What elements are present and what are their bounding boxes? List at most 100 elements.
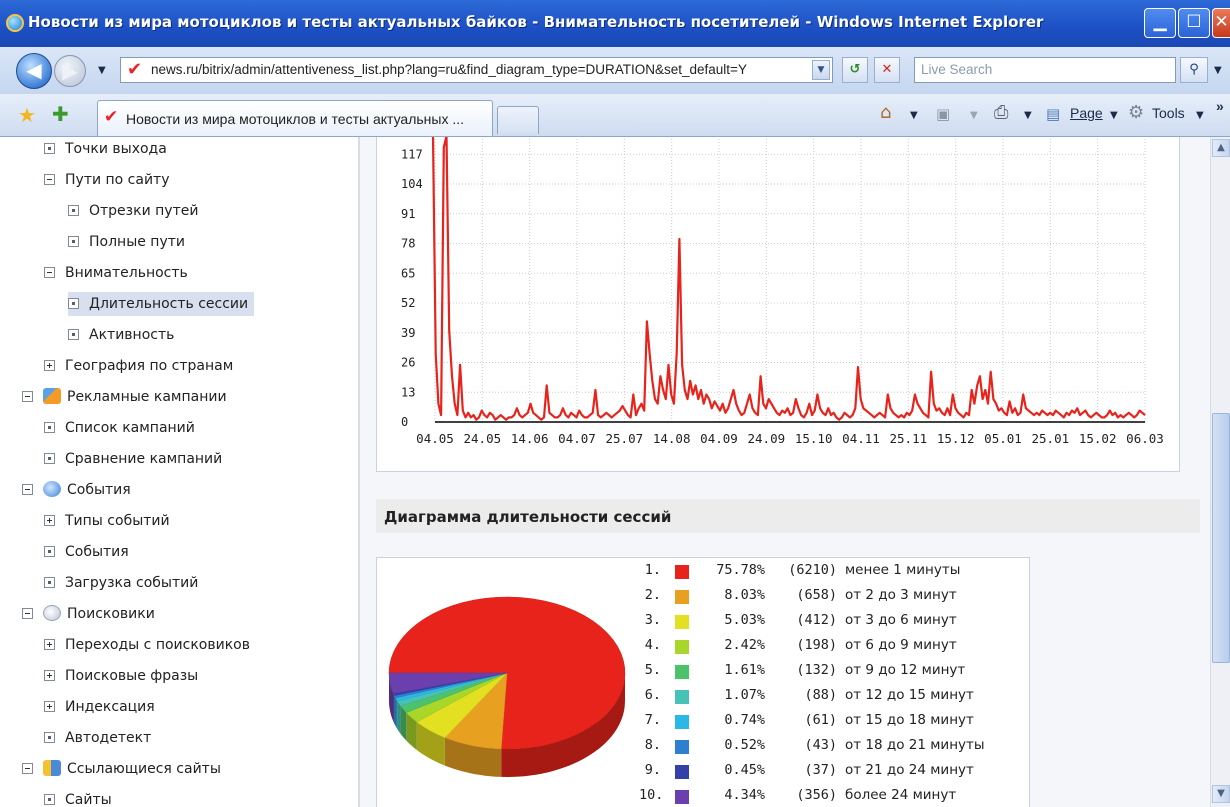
node-leaf-icon — [68, 329, 79, 340]
sidebar-item-events[interactable]: События — [22, 478, 131, 502]
sidebar-item-event-upload[interactable]: Загрузка событий — [44, 571, 198, 595]
pie-chart-panel: 1. 75.78% (6210) менее 1 минуты 2. 8.03% (658)… — [376, 557, 1030, 807]
legend-rank: 4. — [644, 637, 661, 653]
y-tick-label: 104 — [401, 177, 423, 191]
print-dropdown-icon[interactable]: ▼ — [1024, 110, 1032, 121]
x-tick-label: 24.09 — [748, 431, 786, 446]
internet-explorer-icon — [6, 14, 24, 32]
toolbar-overflow-chevron[interactable]: » — [1216, 98, 1224, 114]
sidebar-item-search-phrases[interactable]: Поисковые фразы — [44, 664, 198, 688]
collapse-icon[interactable] — [22, 763, 33, 774]
tools-menu[interactable]: Tools — [1152, 105, 1185, 121]
window-title-bar[interactable]: Новости из мира мотоциклов и тесты актуа… — [0, 0, 1230, 47]
sidebar-item-ad-campaigns[interactable]: Рекламные кампании — [22, 385, 227, 409]
address-bar[interactable]: ✔ news.ru/bitrix/admin/attentiveness_lis… — [120, 57, 833, 83]
legend-count: (37) — [804, 762, 837, 778]
collapse-icon[interactable] — [44, 174, 55, 185]
sidebar-item-events-list[interactable]: События — [44, 540, 129, 564]
recent-pages-dropdown-icon[interactable]: ▼ — [98, 65, 106, 76]
scrollbar-thumb[interactable] — [1212, 413, 1230, 663]
search-button[interactable]: ⚲ — [1180, 57, 1208, 83]
home-dropdown-icon[interactable]: ▼ — [910, 110, 918, 121]
sidebar-item-event-types[interactable]: Типы событий — [44, 509, 170, 533]
address-dropdown-icon[interactable]: ▼ — [812, 60, 830, 80]
sidebar-item-label: Точки выхода — [65, 141, 167, 157]
sidebar-item-full-paths[interactable]: Полные пути — [68, 230, 185, 254]
expand-icon[interactable] — [44, 670, 55, 681]
legend-swatch — [675, 590, 689, 604]
sidebar-item-campaign-list[interactable]: Список кампаний — [44, 416, 195, 440]
sidebar-item-campaign-compare[interactable]: Сравнение кампаний — [44, 447, 222, 471]
sidebar-item-indexing[interactable]: Индексация — [44, 695, 155, 719]
page-dropdown-icon[interactable]: ▼ — [1110, 110, 1118, 121]
back-button[interactable]: ◀ — [16, 53, 52, 89]
legend-label: менее 1 минуты — [845, 562, 961, 578]
legend-label: от 12 до 15 минут — [845, 687, 974, 703]
x-tick-label: 25.01 — [1032, 431, 1070, 446]
vertical-scrollbar[interactable]: ▲ ▼ — [1210, 137, 1230, 807]
sidebar-item-exit-points[interactable]: Точки выхода — [44, 137, 167, 161]
scroll-up-icon[interactable]: ▲ — [1212, 139, 1230, 157]
sidebar-item-site-paths[interactable]: Пути по сайту — [44, 168, 170, 192]
address-url[interactable]: news.ru/bitrix/admin/attentiveness_list.… — [151, 62, 811, 77]
legend-swatch — [675, 640, 689, 654]
sidebar-item-label: События — [65, 544, 129, 560]
new-tab-button[interactable] — [497, 106, 539, 134]
node-leaf-icon — [44, 422, 55, 433]
print-icon[interactable]: ⎙ — [994, 102, 1008, 123]
tab-current[interactable]: ✔ Новости из мира мотоциклов и тесты акт… — [97, 100, 493, 136]
favorites-center-icon[interactable]: ★ — [18, 103, 36, 127]
home-icon[interactable]: ⌂ — [880, 102, 891, 123]
sidebar-item-autodetect[interactable]: Автодетект — [44, 726, 151, 750]
legend-row: 6. 1.07% (88) от 12 до 15 минут — [639, 687, 1029, 709]
node-leaf-icon — [68, 236, 79, 247]
legend-percent: 0.74% — [724, 712, 765, 728]
sidebar-item-search-engines[interactable]: Поисковики — [22, 602, 155, 626]
collapse-icon[interactable] — [22, 391, 33, 402]
sidebar-item-attentiveness[interactable]: Внимательность — [44, 261, 188, 285]
legend-row: 10. 4.34% (356) более 24 минут — [639, 787, 1029, 807]
stop-button[interactable]: ✕ — [874, 57, 900, 83]
expand-icon[interactable] — [44, 360, 55, 371]
sidebar-item-label: География по странам — [65, 358, 234, 374]
collapse-icon[interactable] — [22, 608, 33, 619]
expand-icon[interactable] — [44, 639, 55, 650]
expand-icon[interactable] — [44, 515, 55, 526]
legend-label: от 15 до 18 минут — [845, 712, 974, 728]
feeds-icon[interactable]: ▣ — [936, 105, 950, 123]
sidebar-item-referring-sites[interactable]: Ссылающиеся сайты — [22, 757, 221, 781]
node-leaf-icon — [68, 205, 79, 216]
legend-label: от 9 до 12 минут — [845, 662, 966, 678]
search-box[interactable]: Live Search — [914, 57, 1176, 83]
refresh-button[interactable]: ↺ — [842, 57, 868, 83]
legend-swatch — [675, 740, 689, 754]
sidebar-item-session-duration[interactable]: Длительность сессии — [68, 292, 255, 316]
expand-icon[interactable] — [44, 701, 55, 712]
x-tick-label: 25.07 — [606, 431, 644, 446]
legend-rank: 9. — [644, 762, 661, 778]
collapse-icon[interactable] — [44, 267, 55, 278]
page-menu[interactable]: Page — [1070, 105, 1103, 121]
pie-slice-side — [393, 693, 395, 724]
sidebar-item-search-referrals[interactable]: Переходы с поисковиков — [44, 633, 250, 657]
maximize-button[interactable]: ☐ — [1178, 8, 1210, 38]
legend-rank: 8. — [644, 737, 661, 753]
add-favorite-icon[interactable]: ✚ — [52, 102, 69, 126]
tools-dropdown-icon[interactable]: ▼ — [1196, 110, 1204, 121]
forward-button[interactable]: ▶ — [54, 55, 86, 87]
sidebar-item-activity[interactable]: Активность — [68, 323, 174, 347]
legend-row: 7. 0.74% (61) от 15 до 18 минут — [639, 712, 1029, 734]
search-options-dropdown-icon[interactable]: ▼ — [1214, 65, 1222, 76]
minimize-button[interactable]: ▁ — [1144, 8, 1176, 38]
legend-swatch — [675, 715, 689, 729]
close-button[interactable]: ✕ — [1212, 8, 1230, 38]
sidebar-item-sites[interactable]: Сайты — [44, 788, 112, 807]
x-tick-label: 14.08 — [653, 431, 691, 446]
legend-swatch — [675, 565, 689, 579]
sidebar-item-path-segments[interactable]: Отрезки путей — [68, 199, 198, 223]
sidebar-item-geography[interactable]: География по странам — [44, 354, 233, 378]
scroll-down-icon[interactable]: ▼ — [1212, 785, 1230, 803]
collapse-icon[interactable] — [22, 484, 33, 495]
legend-rank: 3. — [644, 612, 661, 628]
events-icon — [43, 481, 61, 497]
